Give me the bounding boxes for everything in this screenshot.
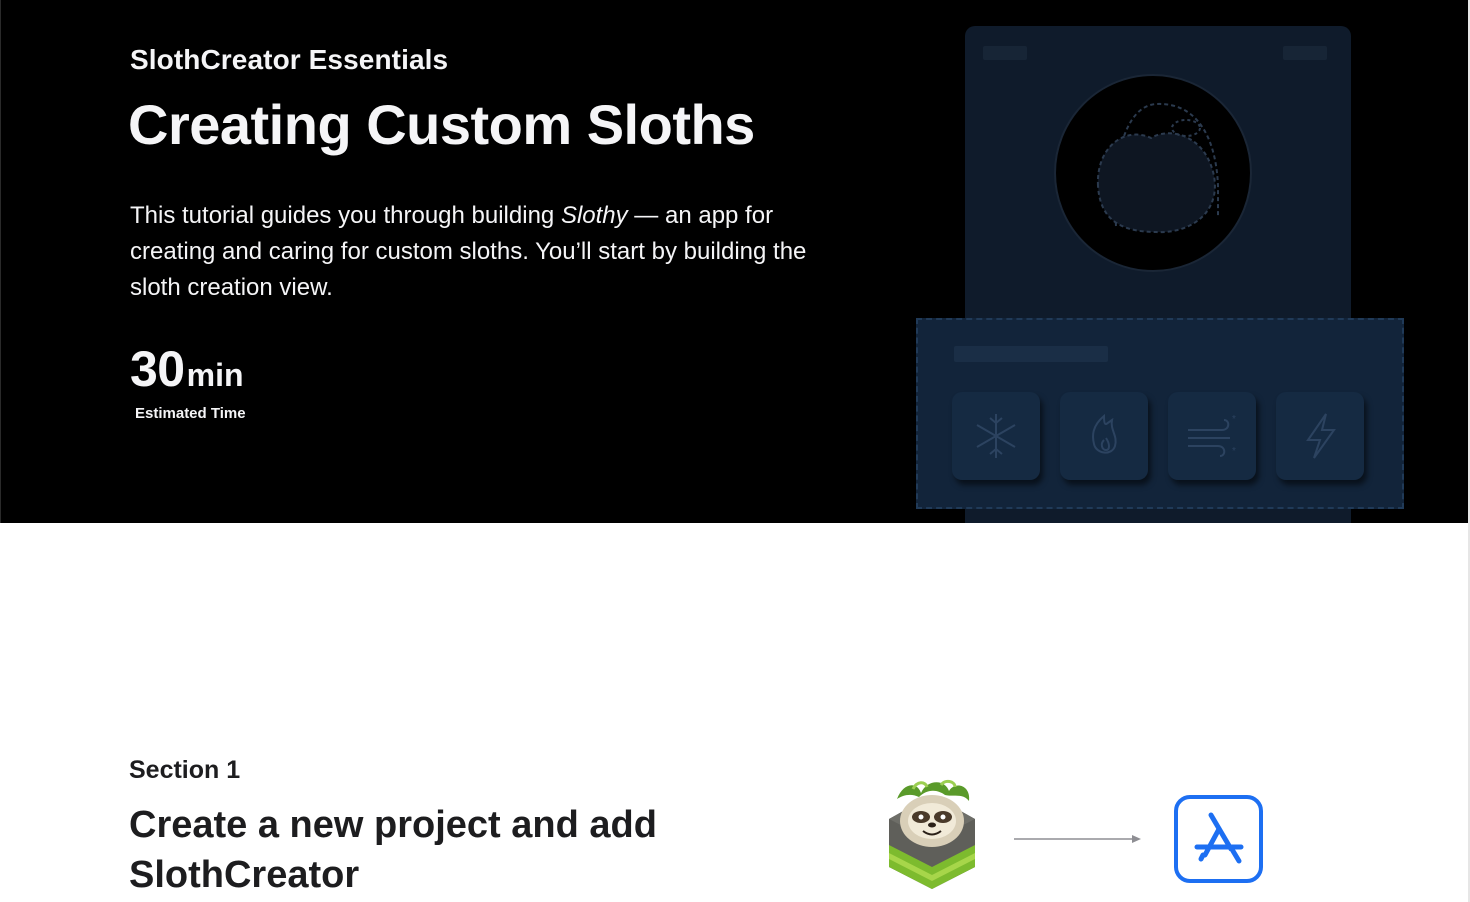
wind-icon: * * [1168, 392, 1256, 480]
description-prefix: This tutorial guides you through buildin… [130, 202, 561, 229]
hero-banner: SlothCreator Essentials Creating Custom … [0, 0, 1470, 523]
course-name[interactable]: SlothCreator Essentials [130, 44, 448, 76]
duration-label: Estimated Time [135, 405, 246, 422]
arrow-right-icon [1014, 835, 1141, 843]
illustration-panel-bar [954, 346, 1108, 362]
section-title: Create a new project and add SlothCreato… [129, 804, 657, 896]
illustration-bar-right [1283, 46, 1327, 60]
section-label: Section 1 [129, 756, 241, 784]
slothcreator-framework-icon [883, 775, 981, 891]
lightning-icon [1276, 392, 1364, 480]
tutorial-description: This tutorial guides you through buildin… [130, 198, 850, 306]
snowflake-icon [952, 392, 1040, 480]
svg-text:*: * [1232, 446, 1236, 457]
duration-unit: min [186, 357, 244, 393]
svg-text:*: * [1232, 414, 1236, 425]
description-app-name: Slothy [560, 202, 628, 229]
app-store-icon [1174, 795, 1263, 883]
illustration-bar-left [983, 46, 1027, 60]
flame-icon [1060, 392, 1148, 480]
duration-value: 30 [130, 341, 185, 397]
illustration-power-panel: * * [916, 318, 1404, 509]
sloth-outline-icon [1054, 74, 1252, 272]
tutorial-title: Creating Custom Sloths [128, 93, 755, 156]
estimated-duration: 30min [130, 340, 244, 398]
